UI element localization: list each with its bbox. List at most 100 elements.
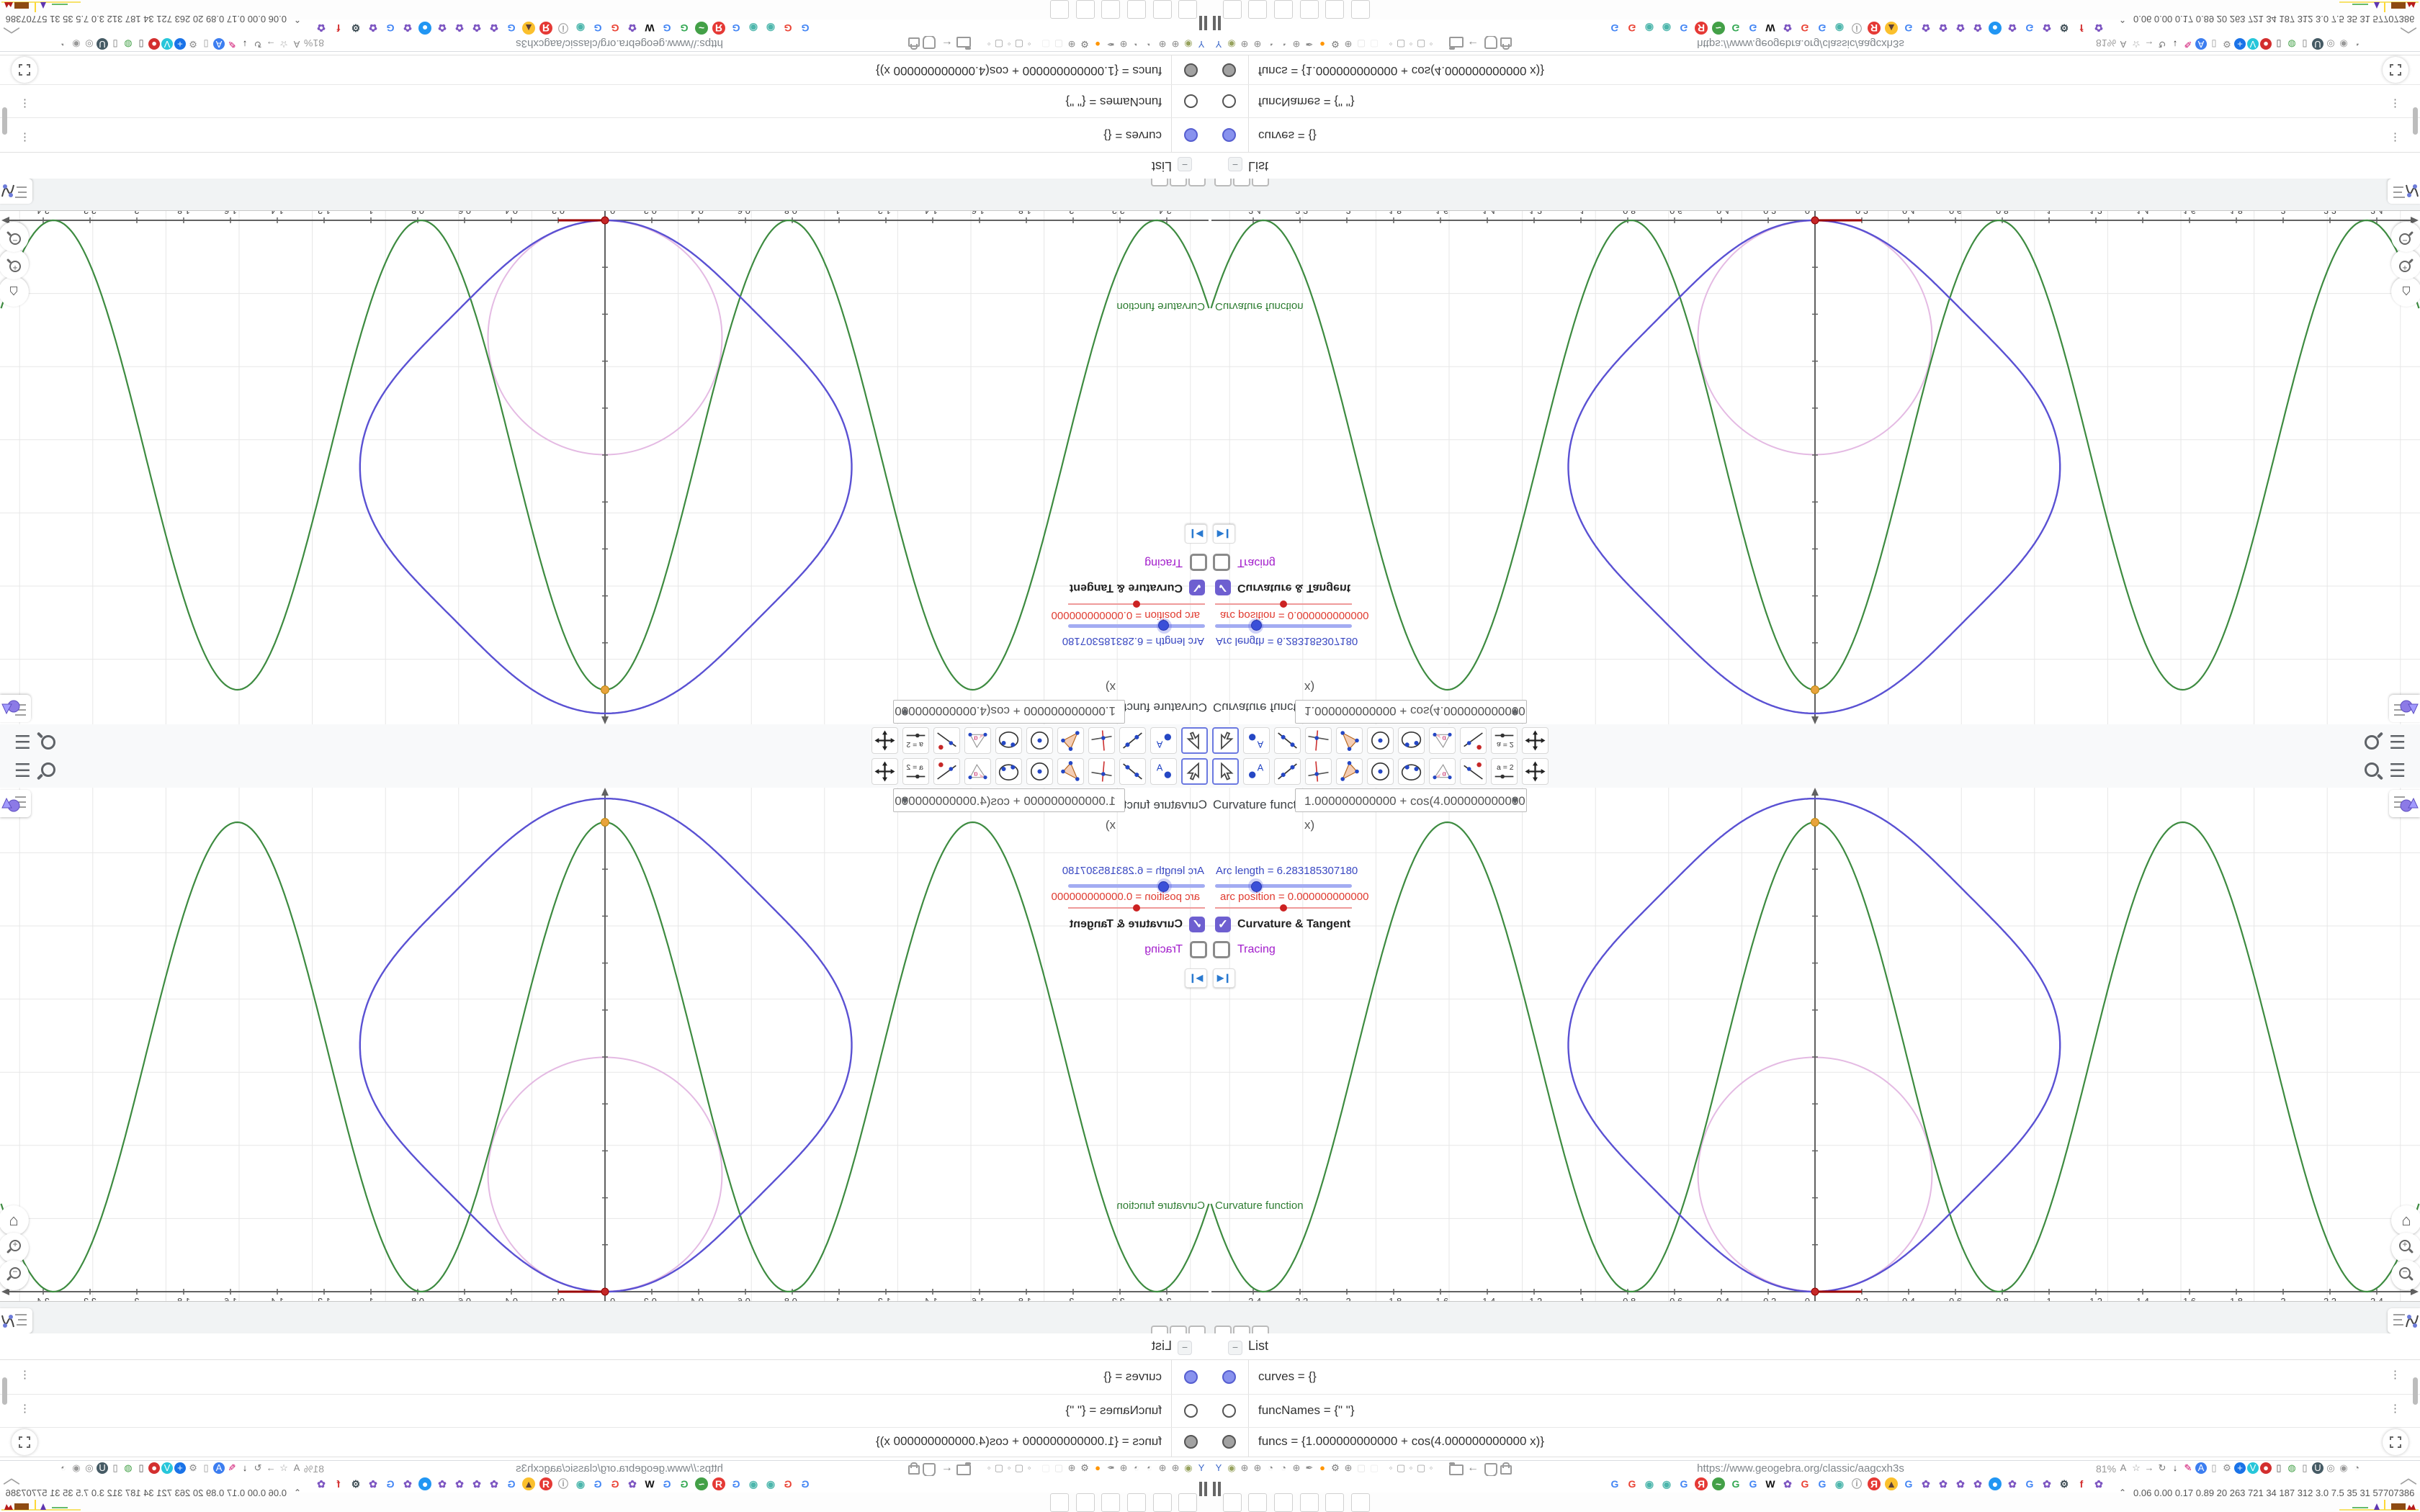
bookmark-favicon[interactable]: G [2023,1477,2036,1490]
browser-action-icon[interactable]: ◉ [71,38,82,50]
url-text[interactable]: https://www.geogebra.org/classic/aagcxh3… [1599,1462,2002,1475]
bookmark-favicon[interactable]: ✿ [315,1477,328,1490]
zoom-in-button[interactable]: + [0,249,29,279]
shield-icon[interactable] [923,35,936,49]
extension-icon[interactable]: ◔ [1144,38,1155,50]
browser-action-icon[interactable]: ✎ [226,38,238,50]
extension-icon[interactable]: ◉ [1183,38,1194,50]
browser-action-icon[interactable]: A [2118,1462,2129,1474]
tool-point-button[interactable]: A [1150,758,1177,785]
tab-dot-icon[interactable]: ▢ [1015,38,1023,50]
algebra-row-curves[interactable]: curves = {} ⋮ [1210,117,2420,153]
browser-action-icon[interactable]: V [161,38,173,50]
visibility-circle-curves[interactable] [1222,128,1236,142]
visibility-circle-curves[interactable] [1222,1370,1236,1384]
tab-dot-icon[interactable]: ◦ [985,38,993,50]
bookmark-favicon[interactable]: ✿ [315,22,328,35]
tab-dot-icon[interactable]: ▢ [1417,38,1425,50]
tracing-checkbox[interactable] [1190,554,1207,571]
folder-icon[interactable] [1449,1462,1464,1475]
search-icon[interactable] [38,732,57,751]
tool-angle-button[interactable]: α [1429,727,1456,754]
extension-icon[interactable]: ⊕ [1170,1462,1181,1474]
browser-action-icon[interactable]: ↻ [252,1462,264,1474]
bookmark-favicon[interactable]: ✿ [1919,22,1932,35]
browser-action-icon[interactable]: ↻ [2156,1462,2168,1474]
browser-action-icon[interactable]: A [213,38,225,50]
bookmark-favicon[interactable]: ⓘ [557,1477,570,1490]
bookmark-favicon[interactable]: G [660,22,673,35]
browser-action-icon[interactable]: ◎ [84,1462,95,1474]
bookmark-favicon[interactable]: G [1816,22,1829,35]
skip-forward-button[interactable]: ▶❙ [1185,524,1207,544]
bookmark-favicon[interactable]: ✿ [2006,22,2019,35]
algebra-style-button[interactable] [0,1308,32,1333]
tool-point-button[interactable]: A [1243,758,1270,785]
browser-action-icon[interactable]: ☆ [2130,38,2142,50]
tool-intersect-button[interactable] [1088,758,1115,785]
scrollbar-thumb[interactable] [2,1377,7,1405]
tab-dot-icon[interactable]: ◦ [1386,1462,1395,1474]
bookmark-favicon[interactable]: ⚙ [349,1477,362,1490]
back-arrow-icon[interactable]: ← [1467,37,1479,50]
browser-action-icon[interactable]: ⚙ [2221,1462,2233,1474]
browser-action-icon[interactable]: ▯ [2273,38,2285,50]
tab-dot-icon[interactable]: ◦ [1407,1462,1415,1474]
bookmark-favicon[interactable]: ~ [695,22,708,35]
bookmark-favicon[interactable]: G [505,22,518,35]
bookmark-favicon[interactable]: ● [418,1477,431,1490]
browser-action-icon[interactable]: ◔ [58,1462,69,1474]
bookmark-favicon[interactable]: ✿ [367,22,380,35]
browser-action-icon[interactable]: ↓ [2169,1462,2181,1474]
bookmark-favicon[interactable]: G [1747,22,1760,35]
bookmark-favicon[interactable]: ⚙ [349,22,362,35]
bookmark-favicon[interactable]: G [730,1477,743,1490]
visibility-circle-funcnames[interactable] [1184,94,1198,108]
algebra-row-funcs[interactable]: funcs = {1.000000000000 + cos(4.00000000… [1210,1427,2420,1457]
bookmark-favicon[interactable]: ▲ [1885,22,1898,35]
skip-forward-button[interactable]: ▶❙ [1213,524,1235,544]
extension-icon[interactable]: ◔ [1278,38,1289,50]
extension-icon[interactable]: ⊕ [1066,38,1077,50]
browser-action-icon[interactable]: ◔ [2351,1462,2362,1474]
extension-icon[interactable]: ▢ [1368,1462,1380,1474]
browser-action-icon[interactable]: A [2118,38,2129,50]
bookmark-favicon[interactable]: G [591,22,604,35]
arc-position-slider-handle[interactable] [1133,904,1140,912]
browser-action-icon[interactable]: ↓ [239,38,251,50]
extension-icon[interactable]: ✒ [1105,1462,1116,1474]
browser-action-icon[interactable]: ⚙ [187,38,199,50]
tool-conic-button[interactable] [1398,727,1425,754]
browser-action-icon[interactable]: ◍ [2286,1462,2298,1474]
visibility-circle-funcnames[interactable] [1222,94,1236,108]
tool-circle-center-button[interactable] [1367,727,1394,754]
taskbar-app-capture[interactable] [1101,1493,1120,1512]
scrollbar-thumb[interactable] [2413,107,2418,135]
bookmark-favicon[interactable]: ⚙ [2058,22,2071,35]
bookmark-favicon[interactable]: G [1729,1477,1742,1490]
browser-action-icon[interactable]: U [97,38,108,50]
lock-icon[interactable] [1500,1462,1512,1475]
browser-action-icon[interactable]: V [161,1462,173,1474]
extension-icon[interactable]: ◔ [1131,1462,1142,1474]
algebra-row-funcnames[interactable]: funcNames = {" "} ⋮ [1210,1394,2420,1428]
tool-line-button[interactable] [1274,727,1301,754]
bookmark-favicon[interactable]: G [730,22,743,35]
curvature-function-dropdown[interactable]: 1.000000000000 + cos(4.000000000000 x) ▼ [1295,788,1527,832]
taskbar-app-settings[interactable] [1274,1493,1293,1512]
curvature-function-dropdown[interactable]: 1.000000000000 + cos(4.000000000000 x) ▼ [893,788,1125,832]
browser-action-icon[interactable]: ▯ [2299,1462,2311,1474]
bookmark-favicon[interactable]: f [2075,22,2088,35]
bookmark-favicon[interactable]: G [1677,1477,1690,1490]
view-tab-sliver[interactable] [1188,178,1206,186]
back-arrow-icon[interactable]: ← [941,1462,953,1475]
visibility-circle-funcs[interactable] [1222,1435,1236,1449]
tool-select-button[interactable] [1212,727,1239,754]
browser-action-icon[interactable]: ▯ [109,1462,121,1474]
extension-icon[interactable]: ⊕ [1170,38,1181,50]
browser-action-icon[interactable]: ▯ [200,38,212,50]
bookmark-favicon[interactable]: G [1798,22,1811,35]
tab-dot-icon[interactable]: ◦ [1427,38,1435,50]
bookmark-favicon[interactable]: ◉ [1660,22,1673,35]
fullscreen-button[interactable] [2383,1429,2408,1455]
